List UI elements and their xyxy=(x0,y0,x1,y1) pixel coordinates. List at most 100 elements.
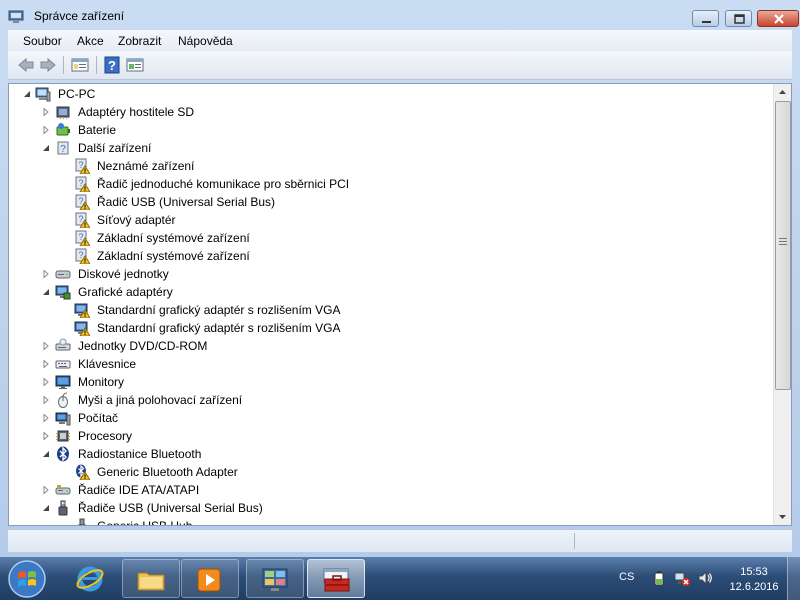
taskbar-media-player[interactable] xyxy=(181,559,239,598)
svg-text:?: ? xyxy=(78,250,83,260)
expand-arrow-icon[interactable] xyxy=(42,342,50,350)
expand-arrow-icon[interactable] xyxy=(42,432,50,440)
tree-item-label: Neznámé zařízení xyxy=(97,159,195,173)
expand-arrow-icon[interactable] xyxy=(42,360,50,368)
tree-device[interactable]: ? Základní systémové zařízení xyxy=(9,229,775,247)
taskbar-explorer[interactable] xyxy=(122,559,180,598)
tree-category[interactable]: ? Další zařízení xyxy=(9,139,775,157)
close-button[interactable] xyxy=(757,10,799,27)
maximize-button[interactable] xyxy=(725,10,752,27)
scroll-up-arrow-icon[interactable] xyxy=(774,84,791,101)
tree-item-label: Základní systémové zařízení xyxy=(97,231,250,245)
menu-bar: Soubor Akce Zobrazit Nápověda xyxy=(8,30,792,51)
scroll-down-arrow-icon[interactable] xyxy=(774,508,791,525)
scrollbar-thumb[interactable] xyxy=(775,101,791,390)
tree-category[interactable]: Monitory xyxy=(9,373,775,391)
expand-arrow-icon[interactable] xyxy=(42,486,50,494)
tree-device[interactable]: Generic USB Hub xyxy=(9,517,775,525)
tree-item-label: Síťový adaptér xyxy=(97,213,176,227)
tree-item-label: Grafické adaptéry xyxy=(78,285,173,299)
tree-category[interactable]: Grafické adaptéry xyxy=(9,283,775,301)
tree-category[interactable]: Adaptéry hostitele SD xyxy=(9,103,775,121)
processor-icon xyxy=(56,430,70,442)
tree-item-label: Standardní grafický adaptér s rozlišením… xyxy=(97,321,341,335)
tree-category[interactable]: Řadiče IDE ATA/ATAPI xyxy=(9,481,775,499)
start-button-icon[interactable] xyxy=(2,558,52,600)
control-panel-icon xyxy=(262,568,288,591)
expand-arrow-icon[interactable] xyxy=(42,126,50,134)
tree-item-label: Generic USB Hub xyxy=(97,519,192,525)
collapse-arrow-icon[interactable] xyxy=(42,504,50,512)
expand-arrow-icon[interactable] xyxy=(42,108,50,116)
menu-akce[interactable]: Akce xyxy=(77,34,104,48)
collapse-arrow-icon[interactable] xyxy=(42,288,50,296)
tree-category[interactable]: Myši a jiná polohovací zařízení xyxy=(9,391,775,409)
tree-root-label: PC-PC xyxy=(58,87,96,101)
expand-arrow-icon[interactable] xyxy=(42,378,50,386)
vertical-scrollbar[interactable] xyxy=(773,84,791,525)
tree-device[interactable]: ? Řadič USB (Universal Serial Bus) xyxy=(9,193,775,211)
expand-arrow-icon[interactable] xyxy=(42,396,50,404)
tree-category[interactable]: Jednotky DVD/CD-ROM xyxy=(9,337,775,355)
minimize-button[interactable] xyxy=(692,10,719,27)
title-bar[interactable]: Správce zařízení xyxy=(0,0,800,32)
taskbar: CS 15:53 12.6.2016 xyxy=(0,557,800,600)
tree-category[interactable]: Klávesnice xyxy=(9,355,775,373)
display-adapter-warning-icon xyxy=(74,303,90,318)
tree-category[interactable]: Baterie xyxy=(9,121,775,139)
menu-napoveda[interactable]: Nápověda xyxy=(178,34,233,48)
tree-item-label: Baterie xyxy=(78,123,117,137)
tree-item-label: Řadiče USB (Universal Serial Bus) xyxy=(78,501,263,515)
tree-item-label: Myši a jiná polohovací zařízení xyxy=(78,393,243,407)
tree-item-label: Standardní grafický adaptér s rozlišením… xyxy=(97,303,341,317)
menu-soubor[interactable]: Soubor xyxy=(23,34,62,48)
folder-icon xyxy=(137,572,165,591)
usb-device-icon xyxy=(77,518,87,525)
tree-category[interactable]: Řadiče USB (Universal Serial Bus) xyxy=(9,499,775,517)
network-tray-icon[interactable] xyxy=(674,570,690,586)
svg-text:?: ? xyxy=(78,196,83,206)
help-icon[interactable]: ? xyxy=(102,56,122,74)
tree-category[interactable]: Radiostanice Bluetooth xyxy=(9,445,775,463)
grip-icon xyxy=(779,238,787,245)
expand-arrow-icon[interactable] xyxy=(42,414,50,422)
collapse-arrow-icon[interactable] xyxy=(42,450,50,458)
tree-device[interactable]: ? Řadič jednoduché komunikace pro sběrnic… xyxy=(9,175,775,193)
tree-device[interactable]: ? Základní systémové zařízení xyxy=(9,247,775,265)
tree-device[interactable]: ? Neznámé zařízení xyxy=(9,157,775,175)
tree-item-label: Procesory xyxy=(78,429,133,443)
tree-device[interactable]: Standardní grafický adaptér s rozlišením… xyxy=(9,319,775,337)
taskbar-internet-explorer[interactable] xyxy=(62,559,118,598)
input-language-indicator[interactable]: CS xyxy=(619,571,634,583)
battery-icon xyxy=(56,123,70,136)
back-arrow-icon[interactable] xyxy=(16,56,36,74)
forward-arrow-icon[interactable] xyxy=(38,56,58,74)
tree-category[interactable]: Diskové jednotky xyxy=(9,265,775,283)
taskbar-device-manager[interactable] xyxy=(307,559,365,598)
tree-item-label: Klávesnice xyxy=(78,357,137,371)
media-player-icon xyxy=(197,568,221,592)
monitor-icon xyxy=(55,375,71,389)
expand-arrow-icon[interactable] xyxy=(42,270,50,278)
status-bar xyxy=(8,529,792,552)
taskbar-clock[interactable]: 15:53 12.6.2016 xyxy=(724,565,784,595)
expand-arrow-icon[interactable] xyxy=(23,90,31,98)
show-desktop-button[interactable] xyxy=(787,557,800,600)
battery-tray-icon[interactable] xyxy=(651,570,667,586)
tree-item-label: Řadič USB (Universal Serial Bus) xyxy=(97,195,276,209)
menu-zobrazit[interactable]: Zobrazit xyxy=(118,34,161,48)
tree-device[interactable]: Standardní grafický adaptér s rozlišením… xyxy=(9,301,775,319)
tree-device[interactable]: Generic Bluetooth Adapter xyxy=(9,463,775,481)
svg-text:?: ? xyxy=(78,160,83,170)
taskbar-control-panel[interactable] xyxy=(246,559,304,598)
properties-view-icon[interactable] xyxy=(125,56,145,74)
collapse-arrow-icon[interactable] xyxy=(42,144,50,152)
console-tree-icon[interactable] xyxy=(70,56,90,74)
tree-category[interactable]: Procesory xyxy=(9,427,775,445)
tree-category[interactable]: Počítač xyxy=(9,409,775,427)
tree-device[interactable]: ? Síťový adaptér xyxy=(9,211,775,229)
device-tree-panel: PC-PC Adaptéry hostitele SD Baterie ? Další… xyxy=(8,83,792,526)
tree-root[interactable]: PC-PC xyxy=(9,85,775,103)
volume-tray-icon[interactable] xyxy=(697,570,713,586)
mouse-icon xyxy=(58,392,68,408)
